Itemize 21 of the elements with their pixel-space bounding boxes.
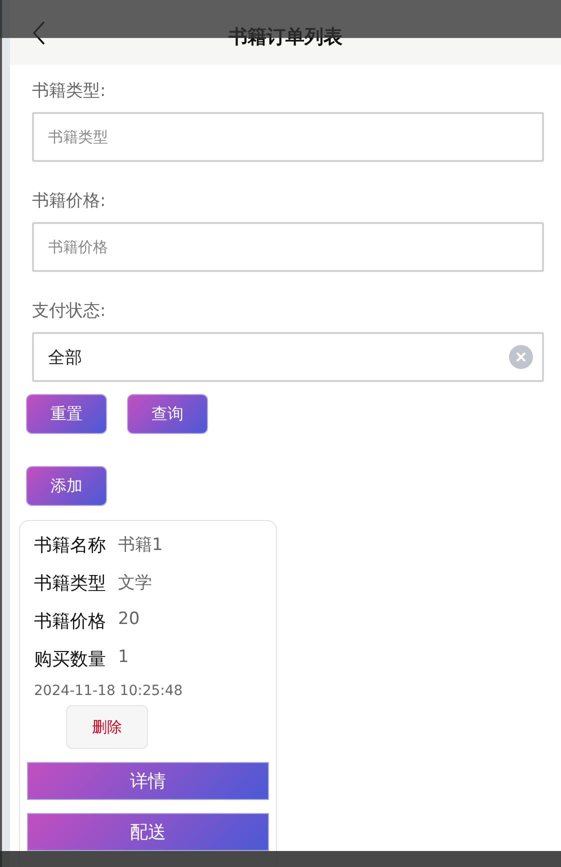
field-label: 支付状态: <box>32 300 107 322</box>
field-label: 书籍价格 <box>34 610 106 633</box>
field-value: 20 <box>118 609 140 629</box>
field-value: 文学 <box>118 572 152 594</box>
select-field[interactable]: 全部 <box>32 332 544 382</box>
order-time: 2024-11-18 10:25:48 <box>33 683 184 699</box>
search-button[interactable]: 查询 <box>127 394 208 434</box>
field-label: 书籍类型 <box>34 572 106 595</box>
add-button[interactable]: 添加 <box>26 466 107 506</box>
reset-button[interactable]: 重置 <box>26 394 107 434</box>
field-value: 书籍1 <box>118 534 163 556</box>
delete-button[interactable]: 删除 <box>66 705 148 749</box>
input-field[interactable]: 书籍类型 <box>32 112 544 162</box>
field-label: 购买数量 <box>34 648 106 671</box>
field-label: 书籍类型: <box>32 80 107 102</box>
field-label: 书籍名称 <box>34 534 106 557</box>
delivery-button[interactable]: 配送 <box>27 813 269 851</box>
details-button[interactable]: 详情 <box>27 762 269 800</box>
field-value: 1 <box>118 647 129 667</box>
input-field[interactable]: 书籍价格 <box>32 222 544 272</box>
field-label: 书籍价格: <box>32 190 107 212</box>
